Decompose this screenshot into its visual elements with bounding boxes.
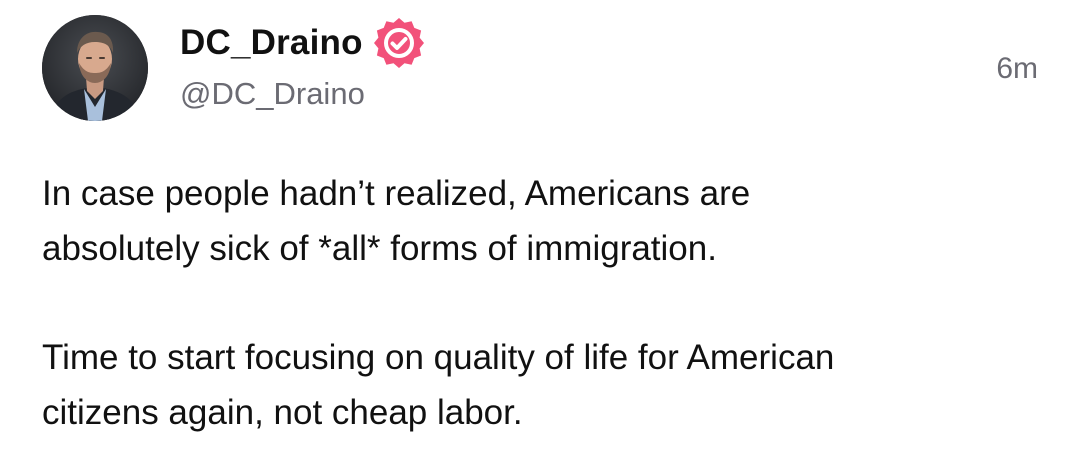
post-paragraph: Time to start focusing on quality of lif…	[42, 338, 835, 432]
avatar[interactable]	[42, 15, 148, 121]
author-name-row: DC_Draino	[180, 18, 427, 68]
post-timestamp[interactable]: 6m	[996, 52, 1038, 86]
verified-badge-icon	[371, 15, 427, 71]
post-body: In case people hadn’t realized, American…	[42, 166, 1042, 440]
avatar-photo	[42, 15, 148, 121]
post-paragraph: In case people hadn’t realized, American…	[42, 174, 751, 268]
author-display-name[interactable]: DC_Draino	[180, 23, 363, 63]
author-handle[interactable]: @DC_Draino	[180, 76, 365, 112]
post-card: DC_Draino @DC_Draino 6m In case people h…	[0, 0, 1080, 469]
